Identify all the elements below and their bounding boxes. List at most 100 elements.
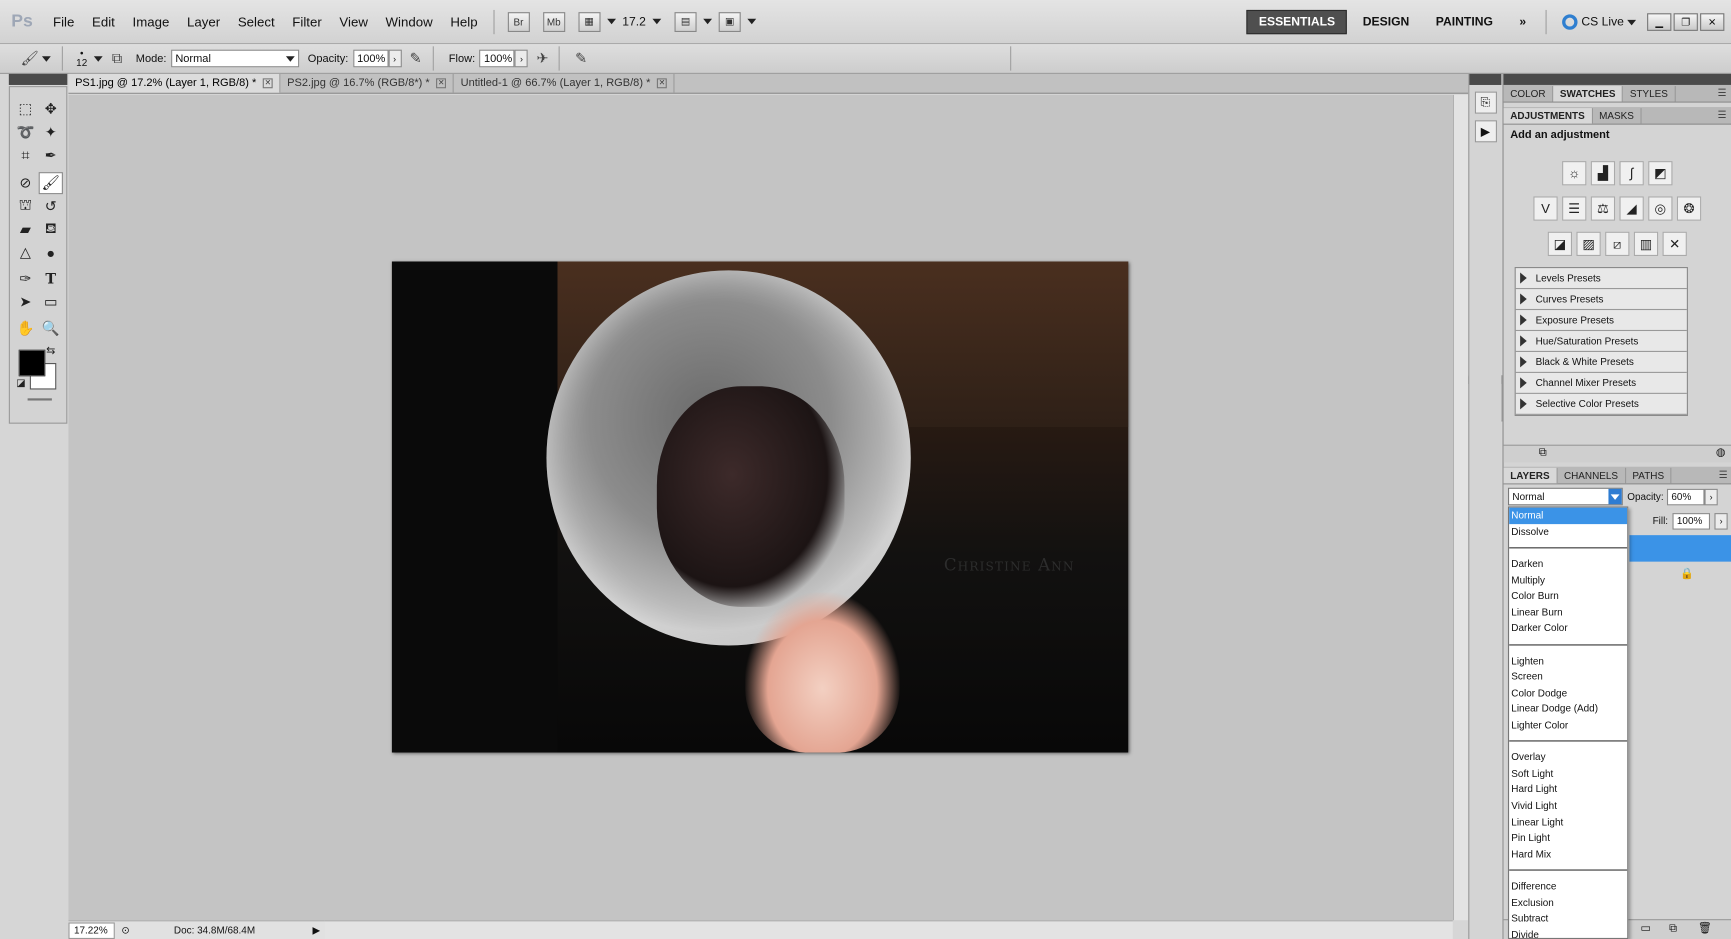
menu-help[interactable]: Help [442,14,487,29]
exposure-icon[interactable]: ◩ [1648,161,1673,186]
tab-layers[interactable]: LAYERS [1503,467,1558,484]
document-tab[interactable]: Untitled-1 @ 66.7% (Layer 1, RGB/8) * ✕ [454,73,675,93]
document-image[interactable]: Christine Ann [391,261,1129,753]
default-colors-button[interactable]: ◪ [14,376,27,389]
posterize-icon[interactable]: ▨ [1576,231,1601,256]
tab-swatches[interactable]: SWATCHES [1553,86,1624,102]
blend-mode-option[interactable]: Linear Light [1509,814,1627,830]
chevron-down-icon[interactable] [41,55,51,62]
blend-mode-option[interactable]: Overlay [1509,749,1627,765]
layer-row-selected[interactable] [1629,535,1731,562]
type-tool[interactable]: T [39,268,63,290]
panel-menu-icon[interactable]: ☰ [1719,469,1728,481]
tab-channels[interactable]: CHANNELS [1557,467,1626,484]
new-group-icon[interactable]: ▭ [1640,922,1650,934]
blend-mode-option[interactable]: Subtract [1509,910,1627,926]
zoom-tool[interactable]: 🔍 [39,318,63,340]
menu-window[interactable]: Window [377,14,442,29]
mode-select[interactable]: Normal [170,49,299,68]
menu-file[interactable]: File [44,14,83,29]
move-tool[interactable]: ✥ [39,98,63,120]
close-icon[interactable]: ✕ [656,78,667,89]
levels-icon[interactable]: ▟ [1590,161,1616,186]
layer-fill-slider-button[interactable]: › [1714,512,1728,530]
new-layer-icon[interactable]: ⧉ [1669,922,1677,934]
blend-mode-option[interactable]: Linear Dodge (Add) [1509,701,1627,717]
crop-tool[interactable]: ⌗ [13,145,37,167]
blend-mode-option[interactable]: Hard Light [1509,781,1627,797]
opacity-input[interactable]: 100% [352,49,389,68]
workspace-essentials[interactable]: ESSENTIALS [1246,9,1348,35]
channel-mixer-icon[interactable]: ❂ [1676,196,1702,221]
bridge-button[interactable]: Br [507,11,530,32]
blend-mode-option[interactable]: Screen [1509,669,1627,685]
quick-mask-button[interactable] [27,398,52,401]
minibridge-button[interactable]: Mb [542,11,565,32]
tab-color[interactable]: COLOR [1504,86,1554,102]
flow-slider-button[interactable]: › [514,49,529,68]
preset-item[interactable]: Levels Presets [1515,268,1687,290]
gradient-map-icon[interactable]: ▥ [1633,231,1659,256]
curves-icon[interactable]: ∫ [1619,161,1644,186]
quick-selection-tool[interactable]: ✦ [39,121,63,143]
blend-mode-option[interactable]: Lighter Color [1509,717,1627,733]
close-icon[interactable]: ✕ [436,78,447,89]
path-selection-tool[interactable]: ➤ [13,291,37,313]
tab-styles[interactable]: STYLES [1623,86,1676,102]
invert-icon[interactable]: ◪ [1547,231,1573,256]
status-menu-arrow[interactable]: ▶ [313,924,321,936]
pressure-size-toggle[interactable]: ✎ [571,49,591,69]
workspace-more-button[interactable]: » [1508,11,1537,33]
panel-menu-icon[interactable]: ☰ [1718,109,1727,121]
blend-mode-option[interactable]: Darken [1509,556,1627,572]
dodge-tool[interactable]: ● [39,242,63,264]
document-canvas[interactable]: Christine Ann ⚗ [68,94,1503,921]
blend-mode-option[interactable]: Difference [1509,878,1627,894]
eyedropper-tool[interactable]: ✒ [39,145,63,167]
blend-mode-option[interactable]: Divide [1509,926,1627,938]
preset-item[interactable]: Selective Color Presets [1515,394,1687,415]
view-mode-icon[interactable]: ◍ [1716,447,1726,459]
foreground-color-swatch[interactable] [18,349,46,377]
blend-mode-option[interactable]: Lighten [1509,652,1627,668]
brush-tool[interactable]: 🖌 [38,172,63,195]
eraser-tool[interactable]: ▰ [13,218,37,240]
document-tab[interactable]: PS2.jpg @ 16.7% (RGB/8*) * ✕ [281,73,454,93]
blend-mode-option[interactable]: Vivid Light [1509,797,1627,813]
layer-opacity-slider-button[interactable]: › [1704,488,1718,505]
blend-mode-option[interactable]: Hard Mix [1509,846,1627,862]
history-brush-tool[interactable]: ↺ [39,195,63,217]
minimize-button[interactable]: ▁ [1647,13,1672,31]
menu-image[interactable]: Image [124,14,178,29]
opacity-slider-button[interactable]: › [388,49,402,68]
blend-mode-option[interactable]: Soft Light [1509,765,1627,781]
blend-mode-option[interactable]: Color Dodge [1509,685,1627,701]
blend-mode-option[interactable]: Dissolve [1509,524,1627,540]
blend-mode-select[interactable]: Normal [1507,487,1623,506]
blur-tool[interactable]: △ [13,242,37,264]
screen-mode-button[interactable]: ▣ [718,11,741,32]
chevron-down-icon[interactable] [93,55,103,62]
blend-mode-option[interactable]: Color Burn [1509,588,1627,604]
chevron-down-icon[interactable] [747,18,757,25]
vertical-scrollbar[interactable] [1452,94,1469,921]
brightness-contrast-icon[interactable]: ☼ [1562,161,1587,186]
blend-mode-option[interactable]: Pin Light [1509,830,1627,846]
brush-size-picker[interactable]: • 12 [76,48,87,69]
swap-colors-button[interactable]: ⇆ [43,343,58,358]
flow-input[interactable]: 100% [479,49,515,68]
menu-filter[interactable]: Filter [283,14,330,29]
menu-edit[interactable]: Edit [83,14,124,29]
chevron-down-icon[interactable] [703,18,713,25]
pressure-opacity-toggle[interactable]: ✎ [406,49,426,69]
preset-item[interactable]: Hue/Saturation Presets [1515,331,1687,352]
workspace-design[interactable]: DESIGN [1352,11,1421,33]
zoom-level-select[interactable]: 17.2 [622,15,662,28]
preset-item[interactable]: Channel Mixer Presets [1515,373,1687,394]
maximize-button[interactable]: ❐ [1673,13,1698,31]
blend-mode-option[interactable]: Normal [1509,507,1628,524]
clip-to-layer-icon[interactable]: ⧉ [1539,447,1547,459]
arrange-documents-button[interactable]: ▤ [674,11,697,32]
brush-panel-toggle[interactable]: ⧉ [107,49,127,69]
threshold-icon[interactable]: ⧄ [1605,231,1630,256]
